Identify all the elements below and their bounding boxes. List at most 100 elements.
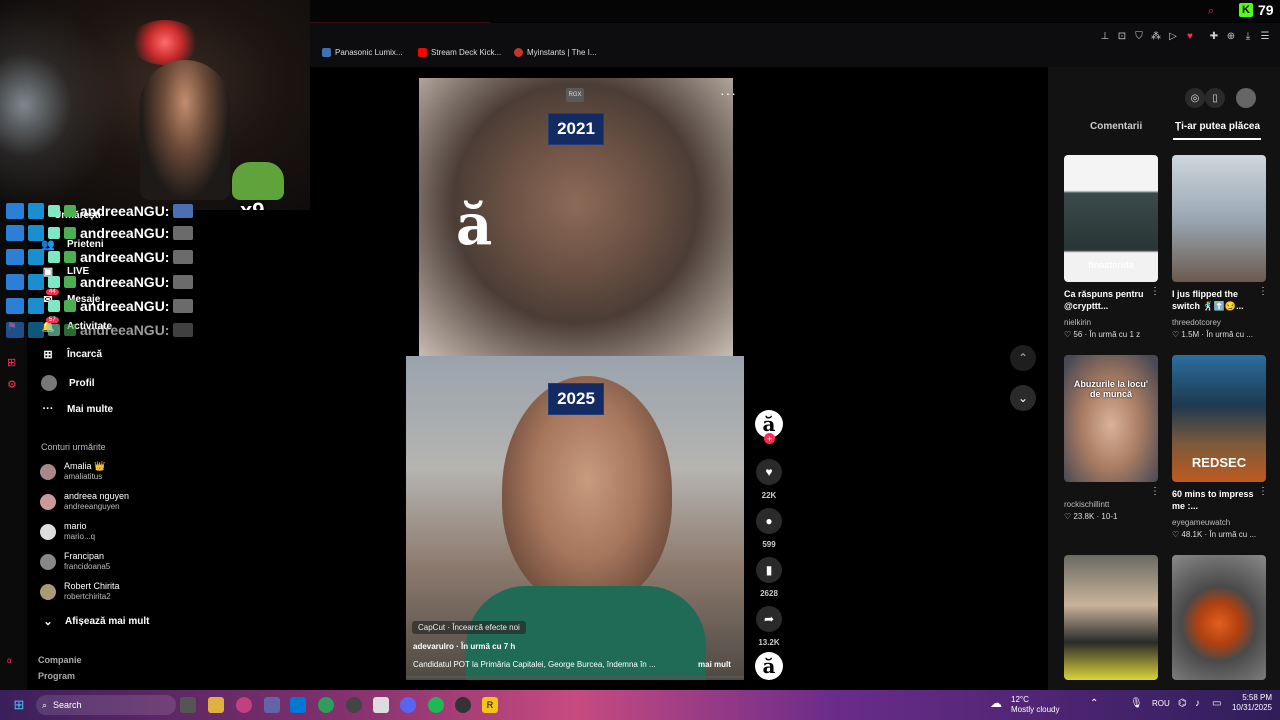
heart-icon[interactable]: ♥ xyxy=(1184,31,1196,42)
footer-link-company[interactable]: Companie xyxy=(38,655,82,665)
tray-chevron-icon[interactable]: ⌃ xyxy=(1090,698,1098,709)
menu-icon[interactable]: ☰ xyxy=(1259,31,1271,42)
file-explorer-icon[interactable] xyxy=(208,697,224,713)
recommendation-user[interactable]: rockischillintt xyxy=(1064,500,1109,509)
followed-account[interactable]: Francipan francidoana5 xyxy=(40,551,110,572)
comment-button[interactable]: ● xyxy=(756,508,782,534)
caption-more-button[interactable]: mai mult xyxy=(698,660,731,669)
volume-icon[interactable]: ♪ xyxy=(1195,698,1200,709)
teams-icon[interactable] xyxy=(264,697,280,713)
download-icon[interactable]: ⤓ xyxy=(1242,31,1254,42)
like-count: 22K xyxy=(761,491,777,500)
more-options-icon[interactable]: ⋮ xyxy=(1258,286,1268,297)
tab-comments[interactable]: Comentarii xyxy=(1090,121,1142,132)
next-video-button[interactable]: ⌄ xyxy=(1010,385,1036,411)
play-icon[interactable]: ▷ xyxy=(1167,31,1179,42)
recommendation-thumbnail[interactable]: Abuzurile la locu' de muncă xyxy=(1064,355,1158,482)
thumbnail-overlay-text: finasterida xyxy=(1088,260,1134,270)
sidebar-item-profile[interactable]: Profil xyxy=(41,375,95,391)
chevron-down-icon: ⌄ xyxy=(43,616,53,628)
obs-icon[interactable] xyxy=(346,697,362,713)
network-icon[interactable]: ⌬ xyxy=(1178,698,1187,709)
kick-logo-icon: K xyxy=(1239,3,1253,17)
rail-footer-icon: α xyxy=(7,656,12,665)
footer-link-program[interactable]: Program xyxy=(38,671,75,681)
search-icon[interactable]: ⌕ xyxy=(1208,5,1214,18)
clock[interactable]: 5:58 PM 10/31/2025 xyxy=(1228,693,1272,713)
more-options-icon[interactable]: ⋮ xyxy=(1150,486,1160,497)
bookmark-stream-deck[interactable]: Stream Deck Kick... xyxy=(418,48,501,57)
recommendation-meta: ♡ 48.1K · În urmă cu ... xyxy=(1172,530,1257,539)
save-button[interactable]: ▮ xyxy=(756,557,782,583)
user-avatar[interactable] xyxy=(1236,88,1256,108)
show-more-button[interactable]: ⌄ Afișează mai mult xyxy=(41,615,149,628)
myinstants-icon xyxy=(514,48,523,57)
followed-account[interactable]: Robert Chirita robertchirita2 xyxy=(40,581,120,602)
recommendation-user[interactable]: nielkirin xyxy=(1064,318,1091,327)
translate-icon[interactable]: ⁂ xyxy=(1150,31,1162,42)
recommendation-meta: ♡ 56 · În urmă cu 1 z xyxy=(1064,330,1141,339)
like-button[interactable]: ♥ xyxy=(756,459,782,485)
followed-account[interactable]: mario mario...q xyxy=(40,521,95,542)
bookmark-panasonic[interactable]: Panasonic Lumix... xyxy=(322,48,403,57)
recommendation-user[interactable]: eyegameuwatch xyxy=(1172,518,1230,527)
tab-you-may-like[interactable]: Ți-ar putea plăcea xyxy=(1175,121,1260,132)
compass-icon[interactable]: ◎ xyxy=(1185,88,1205,108)
store-icon[interactable] xyxy=(373,697,389,713)
music-disc-icon[interactable]: ă xyxy=(755,652,783,680)
sidebar-item-upload[interactable]: ⊞ Încarcă xyxy=(41,348,102,361)
recommendation-title[interactable]: I jus flipped the switch 🕺⬆️😏... xyxy=(1172,288,1262,312)
taskbar-search[interactable]: ⌕ Search xyxy=(36,695,176,715)
battery-icon[interactable]: ▭ xyxy=(1212,698,1221,709)
video-options-icon[interactable]: ··· xyxy=(720,85,737,101)
bookmark-myinstants[interactable]: Myinstants | The I... xyxy=(514,48,597,57)
browser-top-bar xyxy=(310,0,1280,22)
recommendation-thumbnail[interactable]: REDSEC xyxy=(1172,355,1266,482)
weather-widget[interactable]: 12°C Mostly cloudy xyxy=(1011,695,1059,715)
previous-video-button[interactable]: ⌃ xyxy=(1010,345,1036,371)
active-tab-indicator xyxy=(1173,138,1261,140)
mail-icon[interactable] xyxy=(290,697,306,713)
phone-icon[interactable]: ▯ xyxy=(1205,88,1225,108)
discord-icon[interactable] xyxy=(400,697,416,713)
windows-start-icon[interactable]: ⊞ xyxy=(11,697,27,713)
share-count: 13.2K xyxy=(758,638,780,647)
recommendation-thumbnail[interactable]: finasterida xyxy=(1064,155,1158,282)
followed-account[interactable]: Amalia 👑 amaliatitus xyxy=(40,461,105,482)
year-badge-top: 2021 xyxy=(548,113,604,145)
language-indicator[interactable]: ROU xyxy=(1152,699,1170,708)
sidebar-item-more[interactable]: ··· Mai multe xyxy=(41,403,114,415)
share-button[interactable]: ➦ xyxy=(756,606,782,632)
followed-account[interactable]: andreea nguyen andreeanguyen xyxy=(40,491,129,512)
recommendation-title[interactable]: 60 mins to impress me :... xyxy=(1172,488,1262,512)
app-icon[interactable] xyxy=(236,697,252,713)
more-options-icon[interactable]: ⋮ xyxy=(1150,286,1160,297)
recommendation-thumbnail[interactable] xyxy=(1172,555,1266,680)
more-options-icon[interactable]: ⋮ xyxy=(1258,486,1268,497)
recommendation-title[interactable]: Ca răspuns pentru @crypttt... xyxy=(1064,288,1154,312)
crop-icon[interactable]: ⊡ xyxy=(1116,31,1128,42)
video-progress-bar[interactable] xyxy=(406,676,744,678)
kick-count: 79 xyxy=(1258,2,1274,18)
recommendation-user[interactable]: threedotcorey xyxy=(1172,318,1221,327)
spotify-icon[interactable] xyxy=(428,697,444,713)
capcut-tag[interactable]: CapCut · Încearcă efecte noi xyxy=(412,621,526,634)
recommendation-meta: ♡ 23.8K · 10-1 xyxy=(1064,512,1118,521)
steam-icon[interactable] xyxy=(455,697,471,713)
extensions-icon[interactable]: ✚ xyxy=(1208,31,1220,42)
profile-icon[interactable]: ⊕ xyxy=(1225,31,1237,42)
task-view-icon[interactable] xyxy=(180,697,196,713)
edge-icon[interactable] xyxy=(318,697,334,713)
microphone-icon[interactable]: 🎙 xyxy=(1130,698,1143,709)
video-author[interactable]: adevarulro · În urmă cu 7 h xyxy=(413,642,515,651)
pin-icon[interactable]: ⊥ xyxy=(1099,31,1111,42)
recommendation-thumbnail[interactable] xyxy=(1064,555,1158,680)
rockstar-icon[interactable]: R xyxy=(482,697,498,713)
upload-rail-icon[interactable]: ⊞ xyxy=(7,356,16,369)
shield-icon[interactable]: ⛉ xyxy=(1133,31,1145,42)
webcam-feed: x9 xyxy=(0,0,310,210)
avatar xyxy=(40,553,56,570)
recommendation-thumbnail[interactable] xyxy=(1172,155,1266,282)
follow-icon[interactable]: + xyxy=(764,433,775,444)
settings-rail-icon[interactable]: ⚙ xyxy=(7,378,17,391)
